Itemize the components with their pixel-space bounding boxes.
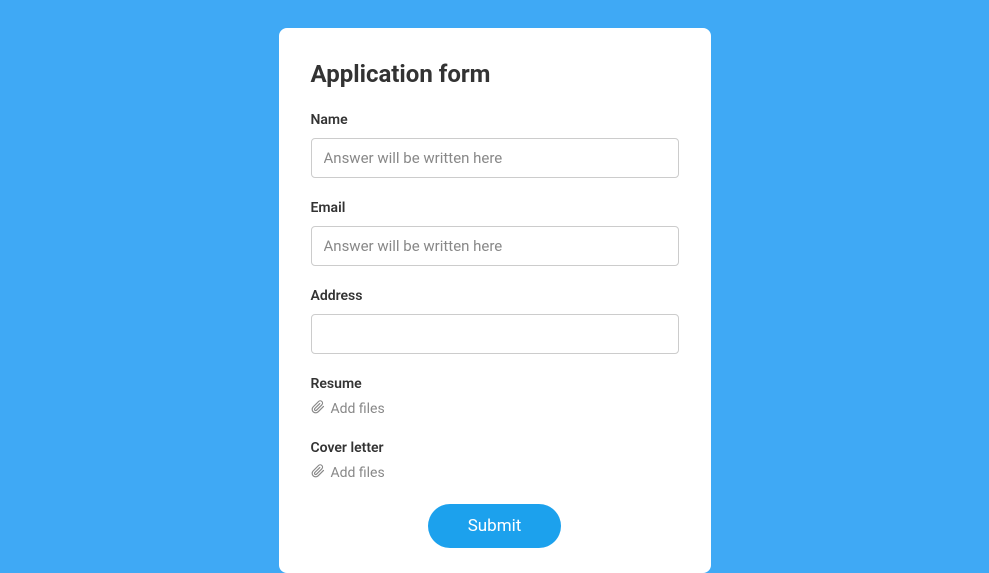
address-input[interactable] [311, 314, 679, 354]
resume-label: Resume [311, 376, 679, 392]
name-label: Name [311, 112, 679, 128]
application-form-card: Application form Name Email Address Resu… [279, 28, 711, 573]
cover-letter-add-files-label: Add files [331, 465, 385, 481]
email-label: Email [311, 200, 679, 216]
resume-add-files[interactable]: Add files [311, 400, 679, 418]
address-label: Address [311, 288, 679, 304]
name-field: Name [311, 112, 679, 178]
cover-letter-add-files[interactable]: Add files [311, 464, 679, 482]
resume-add-files-label: Add files [331, 401, 385, 417]
name-input[interactable] [311, 138, 679, 178]
resume-field: Resume Add files [311, 376, 679, 418]
submit-button[interactable]: Submit [428, 504, 562, 548]
paperclip-icon [311, 400, 325, 418]
cover-letter-label: Cover letter [311, 440, 679, 456]
address-field: Address [311, 288, 679, 354]
email-input[interactable] [311, 226, 679, 266]
cover-letter-field: Cover letter Add files [311, 440, 679, 482]
submit-row: Submit [311, 504, 679, 548]
form-title: Application form [311, 60, 679, 88]
email-field: Email [311, 200, 679, 266]
paperclip-icon [311, 464, 325, 482]
